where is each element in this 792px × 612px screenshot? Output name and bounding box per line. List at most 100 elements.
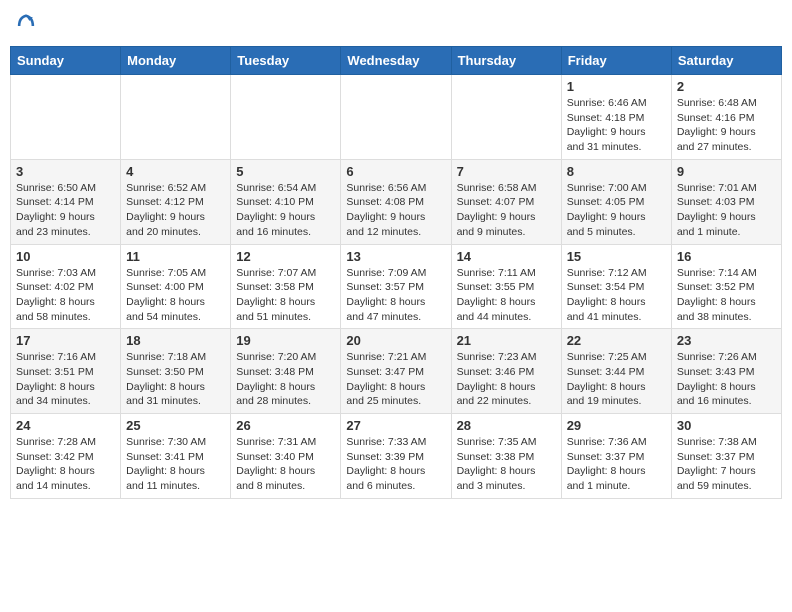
day-info: Sunrise: 6:56 AM Sunset: 4:08 PM Dayligh… — [346, 181, 445, 240]
day-number: 1 — [567, 79, 666, 94]
day-info: Sunrise: 7:35 AM Sunset: 3:38 PM Dayligh… — [457, 435, 556, 494]
day-info: Sunrise: 6:46 AM Sunset: 4:18 PM Dayligh… — [567, 96, 666, 155]
day-number: 6 — [346, 164, 445, 179]
day-info: Sunrise: 7:07 AM Sunset: 3:58 PM Dayligh… — [236, 266, 335, 325]
calendar-cell: 12 Sunrise: 7:07 AM Sunset: 3:58 PM Dayli… — [231, 244, 341, 329]
day-info: Sunrise: 7:31 AM Sunset: 3:40 PM Dayligh… — [236, 435, 335, 494]
calendar-header-row: SundayMondayTuesdayWednesdayThursdayFrid… — [11, 47, 782, 75]
day-number: 29 — [567, 418, 666, 433]
day-number: 11 — [126, 249, 225, 264]
day-info: Sunrise: 7:18 AM Sunset: 3:50 PM Dayligh… — [126, 350, 225, 409]
day-info: Sunrise: 7:20 AM Sunset: 3:48 PM Dayligh… — [236, 350, 335, 409]
day-header-wednesday: Wednesday — [341, 47, 451, 75]
logo — [14, 14, 40, 38]
day-info: Sunrise: 7:26 AM Sunset: 3:43 PM Dayligh… — [677, 350, 776, 409]
calendar-cell: 16 Sunrise: 7:14 AM Sunset: 3:52 PM Dayli… — [671, 244, 781, 329]
calendar-week-5: 24 Sunrise: 7:28 AM Sunset: 3:42 PM Dayli… — [11, 414, 782, 499]
day-info: Sunrise: 7:03 AM Sunset: 4:02 PM Dayligh… — [16, 266, 115, 325]
calendar-cell: 27 Sunrise: 7:33 AM Sunset: 3:39 PM Dayli… — [341, 414, 451, 499]
day-number: 30 — [677, 418, 776, 433]
day-header-thursday: Thursday — [451, 47, 561, 75]
calendar-week-4: 17 Sunrise: 7:16 AM Sunset: 3:51 PM Dayli… — [11, 329, 782, 414]
calendar-week-1: 1 Sunrise: 6:46 AM Sunset: 4:18 PM Daylig… — [11, 75, 782, 160]
day-info: Sunrise: 7:00 AM Sunset: 4:05 PM Dayligh… — [567, 181, 666, 240]
day-info: Sunrise: 7:28 AM Sunset: 3:42 PM Dayligh… — [16, 435, 115, 494]
calendar-cell: 17 Sunrise: 7:16 AM Sunset: 3:51 PM Dayli… — [11, 329, 121, 414]
day-header-sunday: Sunday — [11, 47, 121, 75]
calendar-cell: 6 Sunrise: 6:56 AM Sunset: 4:08 PM Daylig… — [341, 159, 451, 244]
day-number: 14 — [457, 249, 556, 264]
day-number: 28 — [457, 418, 556, 433]
day-info: Sunrise: 7:05 AM Sunset: 4:00 PM Dayligh… — [126, 266, 225, 325]
calendar-cell: 8 Sunrise: 7:00 AM Sunset: 4:05 PM Daylig… — [561, 159, 671, 244]
day-info: Sunrise: 7:21 AM Sunset: 3:47 PM Dayligh… — [346, 350, 445, 409]
calendar-cell: 28 Sunrise: 7:35 AM Sunset: 3:38 PM Dayli… — [451, 414, 561, 499]
calendar-cell: 25Sunrise: 7:30 AM Sunset: 3:41 PM Dayli… — [121, 414, 231, 499]
day-number: 23 — [677, 333, 776, 348]
day-number: 21 — [457, 333, 556, 348]
day-number: 17 — [16, 333, 115, 348]
day-number: 22 — [567, 333, 666, 348]
day-number: 10 — [16, 249, 115, 264]
calendar-cell — [341, 75, 451, 160]
day-info: Sunrise: 6:50 AM Sunset: 4:14 PM Dayligh… — [16, 181, 115, 240]
day-number: 19 — [236, 333, 335, 348]
calendar-cell: 15 Sunrise: 7:12 AM Sunset: 3:54 PM Dayli… — [561, 244, 671, 329]
day-info: Sunrise: 7:38 AM Sunset: 3:37 PM Dayligh… — [677, 435, 776, 494]
day-info: Sunrise: 7:16 AM Sunset: 3:51 PM Dayligh… — [16, 350, 115, 409]
day-header-saturday: Saturday — [671, 47, 781, 75]
calendar-cell: 3 Sunrise: 6:50 AM Sunset: 4:14 PM Daylig… — [11, 159, 121, 244]
day-number: 5 — [236, 164, 335, 179]
calendar-cell — [11, 75, 121, 160]
calendar: SundayMondayTuesdayWednesdayThursdayFrid… — [10, 46, 782, 499]
day-info: Sunrise: 6:54 AM Sunset: 4:10 PM Dayligh… — [236, 181, 335, 240]
calendar-cell: 26 Sunrise: 7:31 AM Sunset: 3:40 PM Dayli… — [231, 414, 341, 499]
day-info: Sunrise: 7:14 AM Sunset: 3:52 PM Dayligh… — [677, 266, 776, 325]
calendar-cell: 7 Sunrise: 6:58 AM Sunset: 4:07 PM Daylig… — [451, 159, 561, 244]
day-info: Sunrise: 7:01 AM Sunset: 4:03 PM Dayligh… — [677, 181, 776, 240]
calendar-cell: 18 Sunrise: 7:18 AM Sunset: 3:50 PM Dayli… — [121, 329, 231, 414]
calendar-cell: 19 Sunrise: 7:20 AM Sunset: 3:48 PM Dayli… — [231, 329, 341, 414]
day-number: 8 — [567, 164, 666, 179]
day-info: Sunrise: 7:25 AM Sunset: 3:44 PM Dayligh… — [567, 350, 666, 409]
calendar-cell: 30 Sunrise: 7:38 AM Sunset: 3:37 PM Dayli… — [671, 414, 781, 499]
day-number: 2 — [677, 79, 776, 94]
day-number: 18 — [126, 333, 225, 348]
calendar-cell: 13Sunrise: 7:09 AM Sunset: 3:57 PM Dayli… — [341, 244, 451, 329]
day-info: Sunrise: 7:30 AM Sunset: 3:41 PM Dayligh… — [126, 435, 225, 494]
day-number: 7 — [457, 164, 556, 179]
day-number: 27 — [346, 418, 445, 433]
day-number: 24 — [16, 418, 115, 433]
day-info: Sunrise: 6:48 AM Sunset: 4:16 PM Dayligh… — [677, 96, 776, 155]
calendar-cell — [121, 75, 231, 160]
calendar-cell: 2 Sunrise: 6:48 AM Sunset: 4:16 PM Daylig… — [671, 75, 781, 160]
day-info: Sunrise: 7:12 AM Sunset: 3:54 PM Dayligh… — [567, 266, 666, 325]
day-number: 3 — [16, 164, 115, 179]
calendar-cell: 5 Sunrise: 6:54 AM Sunset: 4:10 PM Daylig… — [231, 159, 341, 244]
header — [10, 10, 782, 38]
day-number: 4 — [126, 164, 225, 179]
day-header-tuesday: Tuesday — [231, 47, 341, 75]
calendar-cell: 10 Sunrise: 7:03 AM Sunset: 4:02 PM Dayli… — [11, 244, 121, 329]
calendar-cell: 21 Sunrise: 7:23 AM Sunset: 3:46 PM Dayli… — [451, 329, 561, 414]
calendar-cell: 11 Sunrise: 7:05 AM Sunset: 4:00 PM Dayli… — [121, 244, 231, 329]
calendar-cell: 23 Sunrise: 7:26 AM Sunset: 3:43 PM Dayli… — [671, 329, 781, 414]
day-header-monday: Monday — [121, 47, 231, 75]
day-number: 16 — [677, 249, 776, 264]
day-info: Sunrise: 6:58 AM Sunset: 4:07 PM Dayligh… — [457, 181, 556, 240]
calendar-cell: 1 Sunrise: 6:46 AM Sunset: 4:18 PM Daylig… — [561, 75, 671, 160]
day-info: Sunrise: 7:23 AM Sunset: 3:46 PM Dayligh… — [457, 350, 556, 409]
day-number: 15 — [567, 249, 666, 264]
day-number: 26 — [236, 418, 335, 433]
logo-icon — [16, 14, 36, 38]
calendar-cell: 20 Sunrise: 7:21 AM Sunset: 3:47 PM Dayli… — [341, 329, 451, 414]
calendar-cell: 24 Sunrise: 7:28 AM Sunset: 3:42 PM Dayli… — [11, 414, 121, 499]
day-number: 20 — [346, 333, 445, 348]
day-info: Sunrise: 7:33 AM Sunset: 3:39 PM Dayligh… — [346, 435, 445, 494]
calendar-week-2: 3 Sunrise: 6:50 AM Sunset: 4:14 PM Daylig… — [11, 159, 782, 244]
calendar-cell — [451, 75, 561, 160]
calendar-cell: 29 Sunrise: 7:36 AM Sunset: 3:37 PM Dayli… — [561, 414, 671, 499]
day-number: 12 — [236, 249, 335, 264]
day-info: Sunrise: 7:36 AM Sunset: 3:37 PM Dayligh… — [567, 435, 666, 494]
day-info: Sunrise: 6:52 AM Sunset: 4:12 PM Dayligh… — [126, 181, 225, 240]
